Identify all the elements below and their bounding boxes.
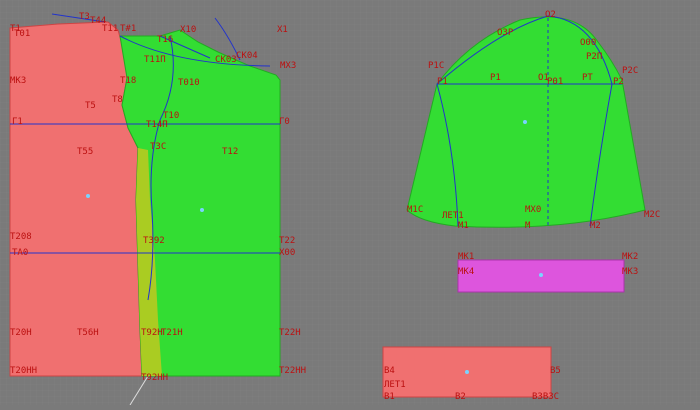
label-x-t1: T#1: [120, 24, 136, 34]
label-mx0: MX0: [525, 205, 541, 215]
label-p01: P01: [547, 77, 563, 87]
label-m1: M1: [458, 221, 469, 231]
label-p2: P2: [613, 77, 624, 87]
label-mk3: MK3: [622, 267, 638, 277]
label-x1: X1: [277, 25, 288, 35]
label-pl: P1: [490, 73, 501, 83]
label-t3c: T3C: [150, 142, 166, 152]
label-t92hh: T92HH: [141, 373, 168, 383]
label-o3p: O3P: [497, 28, 514, 38]
label-t8: T8: [112, 95, 123, 105]
label-p1: P1: [437, 77, 448, 87]
label-let1b: ЛЕТ1: [384, 380, 406, 390]
label-ck03: CK03: [215, 55, 237, 65]
label-t22h: T22H: [279, 328, 301, 338]
label-t20hh: T20HH: [10, 366, 37, 376]
label-t392: T392: [143, 236, 165, 246]
label-b1: B1: [384, 392, 395, 402]
label-mk2: MK2: [622, 252, 638, 262]
label-ta0: TA0: [12, 248, 28, 258]
sleeve-center-marker: [523, 120, 527, 124]
label-pt: PT: [582, 73, 593, 83]
pattern-canvas[interactable]: T1 T01 T3 T44 T11 T#1 X1 X10 T16 T11П CK…: [0, 0, 700, 406]
label-b3b3c: B3B3C: [532, 392, 559, 402]
label-o00: O00: [580, 38, 596, 48]
label-let1: ЛЕТ1: [442, 211, 464, 221]
label-t20h: T20H: [10, 328, 32, 338]
label-x10: X10: [180, 25, 196, 35]
label-m2c: M2C: [644, 210, 660, 220]
label-ck04: CK04: [236, 51, 258, 61]
label-t92h: T92H: [141, 328, 163, 338]
label-m: M: [525, 221, 531, 231]
label-t21h: T21H: [161, 328, 183, 338]
label-t11p: T11П: [144, 55, 166, 65]
label-mk1: MK1: [458, 252, 474, 262]
label-mk4: MK4: [458, 267, 474, 277]
back-piece-center-marker: [86, 194, 90, 198]
label-t12: T12: [222, 147, 238, 157]
label-t5: T5: [85, 101, 96, 111]
band-center-marker: [465, 370, 469, 374]
label-t56h: T56H: [77, 328, 99, 338]
label-p2c: P2C: [622, 66, 638, 76]
label-t01: T01: [14, 29, 30, 39]
label-g1: Г1: [12, 117, 23, 127]
label-t18: T18: [120, 76, 136, 86]
label-t22hh: T22HH: [279, 366, 306, 376]
label-mx3-top: MX3: [280, 61, 296, 71]
label-t16: T16: [157, 35, 173, 45]
label-g0: Г0: [279, 117, 290, 127]
label-t22: T22: [279, 236, 295, 246]
label-p2p: P2П: [586, 52, 602, 62]
cuff-center-marker: [539, 273, 543, 277]
label-m1c: M1C: [407, 205, 423, 215]
label-b5: B5: [550, 366, 561, 376]
label-mk3-left: MK3: [10, 76, 26, 86]
label-p1c: P1C: [428, 61, 444, 71]
label-o2: O2: [545, 10, 556, 20]
label-t11: T11: [102, 24, 118, 34]
label-t3: T3: [79, 12, 90, 22]
front-piece-center-marker: [200, 208, 204, 212]
label-t010: T010: [178, 78, 200, 88]
pattern-drawing[interactable]: T1 T01 T3 T44 T11 T#1 X1 X10 T16 T11П CK…: [0, 0, 700, 406]
label-m2: M2: [590, 221, 601, 231]
label-x00: X00: [279, 248, 295, 258]
label-b2: B2: [455, 392, 466, 402]
label-t208: T208: [10, 232, 32, 242]
label-t55: T55: [77, 147, 93, 157]
label-b4: B4: [384, 366, 395, 376]
label-t14p: T14П: [146, 120, 168, 130]
